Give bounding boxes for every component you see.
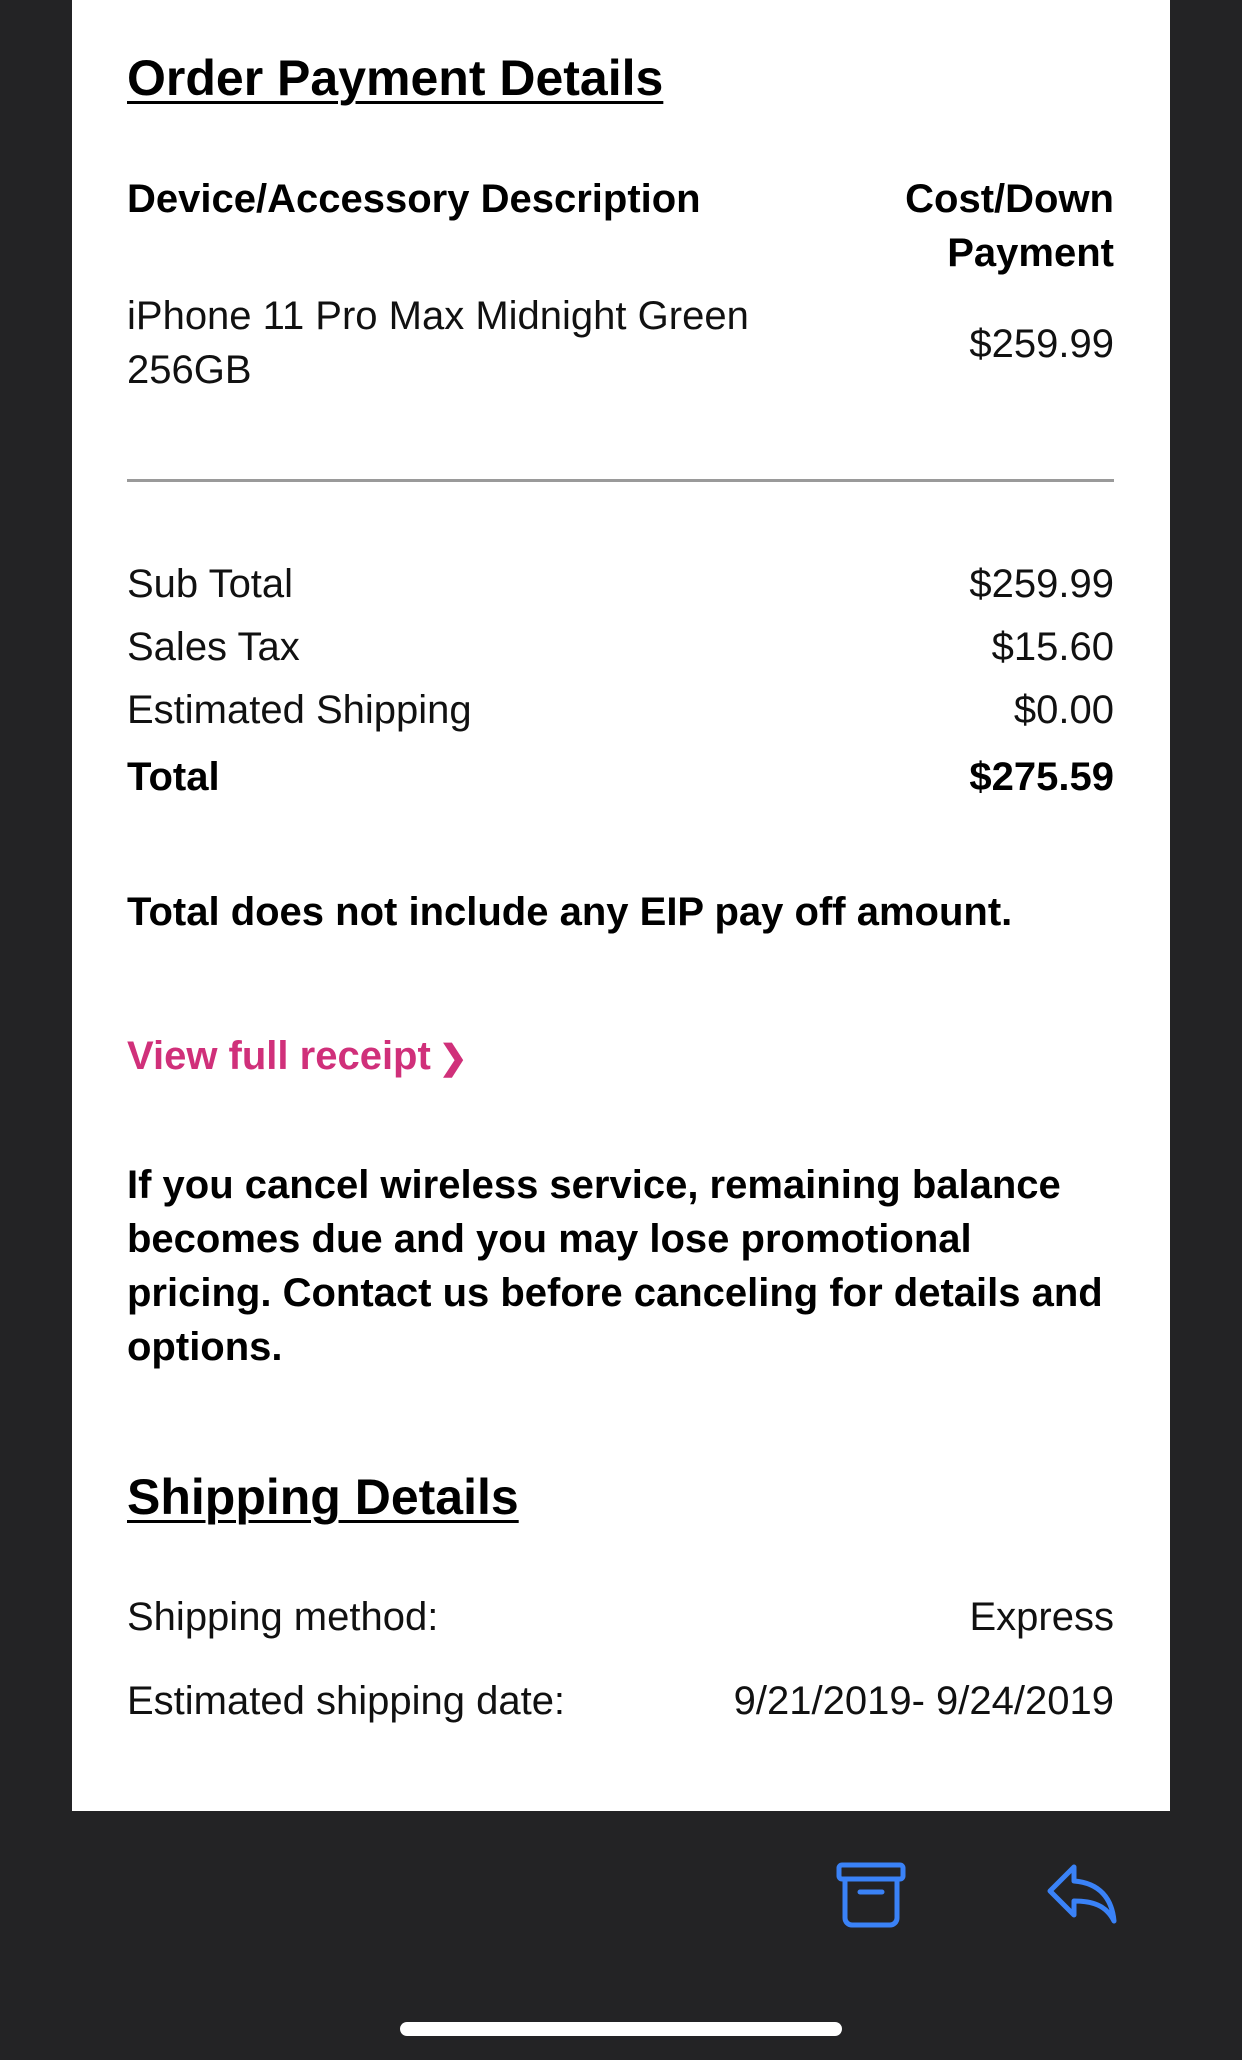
reply-button[interactable]: [1046, 1863, 1118, 1925]
mail-screen: Order Payment Details Device/Accessory D…: [0, 0, 1242, 2060]
estimated-shipping-label: Estimated Shipping: [127, 688, 472, 732]
total-row: Total $275.59: [127, 750, 1114, 804]
reply-icon: [1047, 1864, 1117, 1924]
eip-notice: Total does not include any EIP pay off a…: [127, 890, 1013, 934]
shipping-details-heading: Shipping Details: [127, 1469, 519, 1525]
home-indicator: [400, 2022, 842, 2036]
email-body: Order Payment Details Device/Accessory D…: [72, 0, 1170, 1811]
view-full-receipt-label: View full receipt: [127, 1034, 431, 1078]
archive-button[interactable]: [836, 1862, 906, 1928]
view-full-receipt-link[interactable]: View full receipt ❯: [127, 1029, 467, 1085]
sales-tax-row: Sales Tax $15.60: [127, 620, 1114, 674]
sales-tax-value: $15.60: [991, 625, 1114, 669]
item-price: $259.99: [969, 322, 1114, 366]
cost-column-header: Cost/Down Payment: [905, 177, 1114, 275]
estimated-shipping-date-value: 9/21/2019- 9/24/2019: [733, 1679, 1114, 1723]
archive-icon: [836, 1862, 906, 1928]
chevron-right-icon: ❯: [438, 1039, 468, 1077]
mail-toolbar: [0, 1811, 1242, 2060]
estimated-shipping-value: $0.00: [1013, 688, 1114, 732]
item-description: iPhone 11 Pro Max Midnight Green 256GB: [127, 294, 749, 392]
estimated-shipping-date-label: Estimated shipping date:: [127, 1679, 566, 1723]
shipping-method-value: Express: [969, 1595, 1115, 1639]
device-description-column-header: Device/Accessory Description: [127, 177, 701, 221]
subtotal-row: Sub Total $259.99: [127, 557, 1114, 611]
total-value: $275.59: [969, 755, 1114, 799]
sales-tax-label: Sales Tax: [127, 625, 300, 669]
order-payment-heading: Order Payment Details: [127, 50, 664, 106]
total-label: Total: [127, 755, 220, 799]
subtotal-label: Sub Total: [127, 562, 294, 606]
divider: [127, 479, 1114, 482]
estimated-shipping-row: Estimated Shipping $0.00: [127, 683, 1114, 737]
cancellation-notice: If you cancel wireless service, remainin…: [127, 1163, 1103, 1369]
shipping-method-label: Shipping method:: [127, 1595, 439, 1639]
subtotal-value: $259.99: [969, 562, 1114, 606]
